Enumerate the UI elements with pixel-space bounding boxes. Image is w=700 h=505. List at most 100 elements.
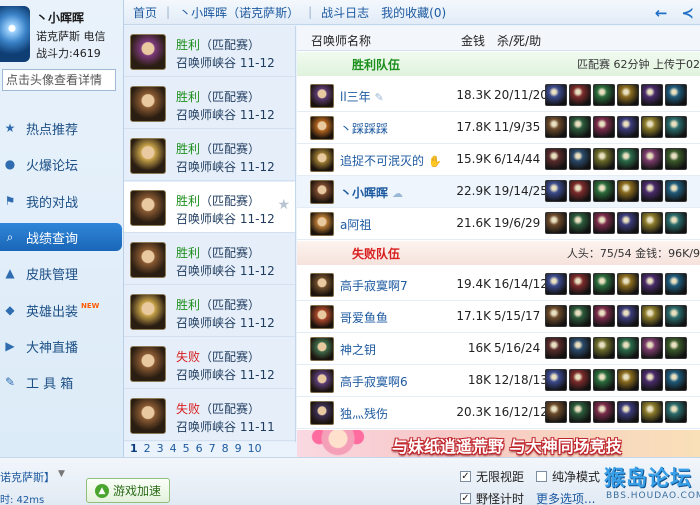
player-name[interactable]: 哥爱鱼鱼	[340, 309, 388, 326]
page-link[interactable]: 3	[157, 442, 164, 457]
item-icon[interactable]	[569, 180, 591, 202]
player-row[interactable]: 高手寂寞啊6 18K 12/18/13	[297, 365, 700, 397]
item-icon[interactable]	[545, 305, 567, 327]
match-list-item[interactable]: 胜利（匹配赛） 召唤师峡谷 11-12	[124, 130, 295, 181]
item-icon[interactable]	[593, 401, 615, 423]
item-icon[interactable]	[593, 148, 615, 170]
pure-mode-checkbox[interactable]: 纯净模式	[536, 468, 600, 485]
chevron-down-icon[interactable]: ▼	[58, 469, 65, 479]
item-icon[interactable]	[617, 84, 639, 106]
sidebar-item-battles[interactable]: ⚑ 我的对战	[0, 187, 124, 215]
match-list-item[interactable]: 胜利（匹配赛） 召唤师峡谷 11-12	[124, 234, 295, 285]
item-icon[interactable]	[617, 273, 639, 295]
champion-portrait[interactable]	[310, 116, 334, 140]
player-name[interactable]: 高手寂寞啊6	[340, 373, 408, 390]
item-icon[interactable]	[545, 84, 567, 106]
page-link[interactable]: 2	[144, 442, 151, 457]
item-icon[interactable]	[665, 337, 687, 359]
player-row[interactable]: 哥爱鱼鱼 17.1K 5/15/17	[297, 301, 700, 333]
item-icon[interactable]	[617, 116, 639, 138]
search-input[interactable]: 点击头像查看详情	[2, 69, 116, 91]
player-row[interactable]: 神之钥 16K 5/16/24	[297, 333, 700, 365]
item-icon[interactable]	[641, 273, 663, 295]
item-icon[interactable]	[641, 116, 663, 138]
match-list-item[interactable]: 胜利（匹配赛） 召唤师峡谷 11-12	[124, 286, 295, 337]
item-icon[interactable]	[665, 369, 687, 391]
more-options-link[interactable]: 更多选项...	[536, 490, 595, 505]
item-icon[interactable]	[641, 148, 663, 170]
item-icon[interactable]	[641, 84, 663, 106]
page-link[interactable]: 6	[196, 442, 203, 457]
item-icon[interactable]	[641, 305, 663, 327]
breadcrumb-home[interactable]: 首页	[133, 4, 157, 21]
match-list-item[interactable]: 胜利（匹配赛） 召唤师峡谷 11-12	[124, 26, 295, 77]
player-name[interactable]: 高手寂寞啊7	[340, 277, 408, 294]
item-icon[interactable]	[593, 369, 615, 391]
player-name[interactable]: 追捉不可泯灭的 ✋	[340, 152, 442, 169]
player-name[interactable]: 独灬残伤	[340, 405, 388, 422]
page-link[interactable]: 8	[222, 442, 229, 457]
item-icon[interactable]	[593, 305, 615, 327]
checkbox-checked[interactable]: ✓	[460, 493, 471, 504]
item-icon[interactable]	[617, 337, 639, 359]
back-icon[interactable]: ←	[655, 4, 668, 22]
sidebar-item-stats[interactable]: ⌕ 战绩查询	[0, 223, 122, 251]
sidebar-item-skins[interactable]: ▲ 皮肤管理	[0, 259, 124, 287]
item-icon[interactable]	[545, 369, 567, 391]
item-icon[interactable]	[545, 401, 567, 423]
item-icon[interactable]	[665, 273, 687, 295]
server-selector[interactable]: 诺克萨斯】	[0, 469, 55, 485]
champion-portrait[interactable]	[310, 148, 334, 172]
page-link[interactable]: 7	[209, 442, 216, 457]
item-icon[interactable]	[593, 84, 615, 106]
checkbox-unchecked[interactable]	[536, 471, 547, 482]
item-icon[interactable]	[545, 337, 567, 359]
player-row[interactable]: 丶小晖晖 ☁ 22.9K 19/14/25	[297, 176, 700, 208]
item-icon[interactable]	[593, 273, 615, 295]
champion-portrait[interactable]	[310, 401, 334, 425]
champion-portrait[interactable]	[310, 273, 334, 297]
item-icon[interactable]	[569, 273, 591, 295]
champion-portrait[interactable]	[310, 180, 334, 204]
item-icon[interactable]	[665, 116, 687, 138]
item-icon[interactable]	[593, 212, 615, 234]
item-icon[interactable]	[593, 337, 615, 359]
checkbox-checked[interactable]: ✓	[460, 471, 471, 482]
sidebar-item-hot[interactable]: ★ 热点推荐	[0, 114, 124, 142]
champion-portrait[interactable]	[310, 305, 334, 329]
ad-banner[interactable]: 与妹纸逍遥荒野 与大神同场竞技	[297, 430, 700, 457]
champion-portrait[interactable]	[310, 84, 334, 108]
player-name[interactable]: 神之钥	[340, 341, 376, 358]
item-icon[interactable]	[569, 212, 591, 234]
item-icon[interactable]	[665, 148, 687, 170]
item-icon[interactable]	[569, 369, 591, 391]
share-icon[interactable]: ≺	[681, 4, 694, 22]
breadcrumb-battle-log[interactable]: 战斗日志	[321, 4, 369, 21]
item-icon[interactable]	[665, 212, 687, 234]
player-row[interactable]: a阿祖 21.6K 19/6/29	[297, 208, 700, 240]
player-name[interactable]: ll三年 ✎	[340, 88, 384, 105]
item-icon[interactable]	[545, 212, 567, 234]
item-icon[interactable]	[665, 180, 687, 202]
item-icon[interactable]	[545, 273, 567, 295]
item-icon[interactable]	[569, 401, 591, 423]
item-icon[interactable]	[665, 84, 687, 106]
item-icon[interactable]	[665, 305, 687, 327]
item-icon[interactable]	[593, 180, 615, 202]
item-icon[interactable]	[617, 148, 639, 170]
champion-portrait[interactable]	[310, 369, 334, 393]
breadcrumb-player[interactable]: 丶小晖晖（诺克萨斯）	[179, 4, 299, 21]
page-link[interactable]: 5	[183, 442, 190, 457]
item-icon[interactable]	[593, 116, 615, 138]
favorite-star-icon[interactable]: ★	[277, 197, 290, 213]
player-row[interactable]: 丶踩踩踩 17.8K 11/9/35	[297, 112, 700, 144]
player-name[interactable]: 丶踩踩踩	[340, 120, 388, 137]
item-icon[interactable]	[617, 369, 639, 391]
player-row[interactable]: 高手寂寞啊7 19.4K 16/14/12	[297, 269, 700, 301]
unlimited-view-checkbox[interactable]: ✓ 无限视距	[460, 468, 524, 485]
favorites-link[interactable]: 我的收藏(0)	[381, 4, 446, 21]
match-list-item[interactable]: 失败（匹配赛） 召唤师峡谷 11-11	[124, 390, 295, 441]
page-link[interactable]: 1	[130, 442, 138, 457]
game-boost-button[interactable]: ▲ 游戏加速	[86, 478, 170, 503]
page-link[interactable]: 4	[170, 442, 177, 457]
